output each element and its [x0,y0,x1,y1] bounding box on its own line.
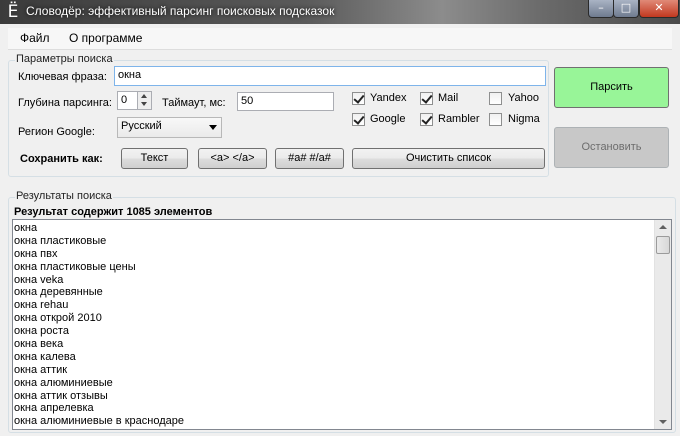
checkbox-yandex[interactable] [352,92,365,105]
timeout-label: Таймаут, мс: [162,97,226,109]
list-item[interactable]: окна пвх [14,248,184,261]
save-html-link-button[interactable]: <a> </a> [198,148,267,169]
checkbox-nigma[interactable] [489,113,502,126]
list-item[interactable]: окна аттик отзывы [14,390,184,403]
list-item[interactable]: окна открой 2010 [14,312,184,325]
list-item[interactable]: окна апрелевка [14,402,184,415]
maximize-button[interactable]: □ [613,0,639,18]
list-item[interactable]: окна аттик [14,364,184,377]
region-value: Русский [121,120,162,132]
menu-about[interactable]: О программе [69,31,142,45]
engine-label-yahoo: Yahoo [508,92,539,104]
keyword-input[interactable]: окна [114,66,546,86]
checkbox-yahoo[interactable] [489,92,502,105]
engine-label-google: Google [370,113,406,125]
save-text-button[interactable]: Текст [121,148,188,169]
region-label: Регион Google: [18,126,95,138]
minimize-button[interactable]: – [588,0,614,18]
list-item[interactable]: окна veka [14,274,184,287]
scroll-thumb[interactable] [656,236,670,254]
chevron-down-icon [209,125,217,130]
search-params-title: Параметры поиска [15,53,114,65]
list-item[interactable]: окна пластиковые [14,235,184,248]
list-item[interactable]: окна роста [14,325,184,338]
list-item[interactable]: окна пластиковые цены [14,261,184,274]
results-title: Результаты поиска [15,190,113,202]
menu-file[interactable]: Файл [20,31,50,45]
result-count: Результат содержит 1085 элементов [14,206,213,218]
scroll-up-icon[interactable] [659,225,667,229]
list-item[interactable]: окна века [14,338,184,351]
clear-list-button[interactable]: Очистить список [352,148,545,169]
engine-label-mail: Mail [438,92,459,104]
results-list: окна окна пластиковые окна пвх окна пластик… [14,222,184,428]
window-title: Словодёр: эффективный парсинг поисковых … [26,4,335,18]
timeout-input[interactable]: 50 [237,92,334,111]
close-button[interactable]: ✕ [639,0,679,18]
results-list-box[interactable]: окна окна пластиковые окна пвх окна пластик… [12,219,672,430]
engine-label-yandex: Yandex [370,92,407,104]
menu-bar: Файл О программе [8,28,672,50]
parse-button[interactable]: Парсить [554,67,669,108]
engine-label-rambler: Rambler [438,113,480,125]
app-icon: Ё [7,2,19,22]
list-item[interactable]: окна калева [14,351,184,364]
keyword-label: Ключевая фраза: [18,71,107,83]
checkbox-mail[interactable] [420,92,433,105]
save-hash-link-button[interactable]: #a# #/a# [275,148,344,169]
scroll-down-icon[interactable] [659,420,667,424]
engine-label-nigma: Nigma [508,113,540,125]
title-bar[interactable]: Ё Словодёр: эффективный парсинг поисковы… [0,0,680,24]
stop-button[interactable]: Остановить [554,127,669,168]
list-item[interactable]: окна алюминиевые в краснодаре [14,415,184,428]
region-select[interactable]: Русский [117,117,222,138]
list-item[interactable]: окна алюминиевые [14,377,184,390]
scrollbar[interactable] [654,220,671,429]
list-item[interactable]: окна деревянные [14,286,184,299]
depth-value: 0 [121,94,128,106]
checkbox-rambler[interactable] [420,113,433,126]
app-window: Ё Словодёр: эффективный парсинг поисковы… [0,0,680,436]
depth-label: Глубина парсинга: [18,97,112,109]
spin-down-icon[interactable] [137,100,151,109]
checkbox-google[interactable] [352,113,365,126]
list-item[interactable]: окна rehau [14,299,184,312]
list-item[interactable]: окна [14,222,184,235]
save-as-label: Сохранить как: [20,153,103,165]
depth-stepper[interactable]: 0 [117,91,152,110]
